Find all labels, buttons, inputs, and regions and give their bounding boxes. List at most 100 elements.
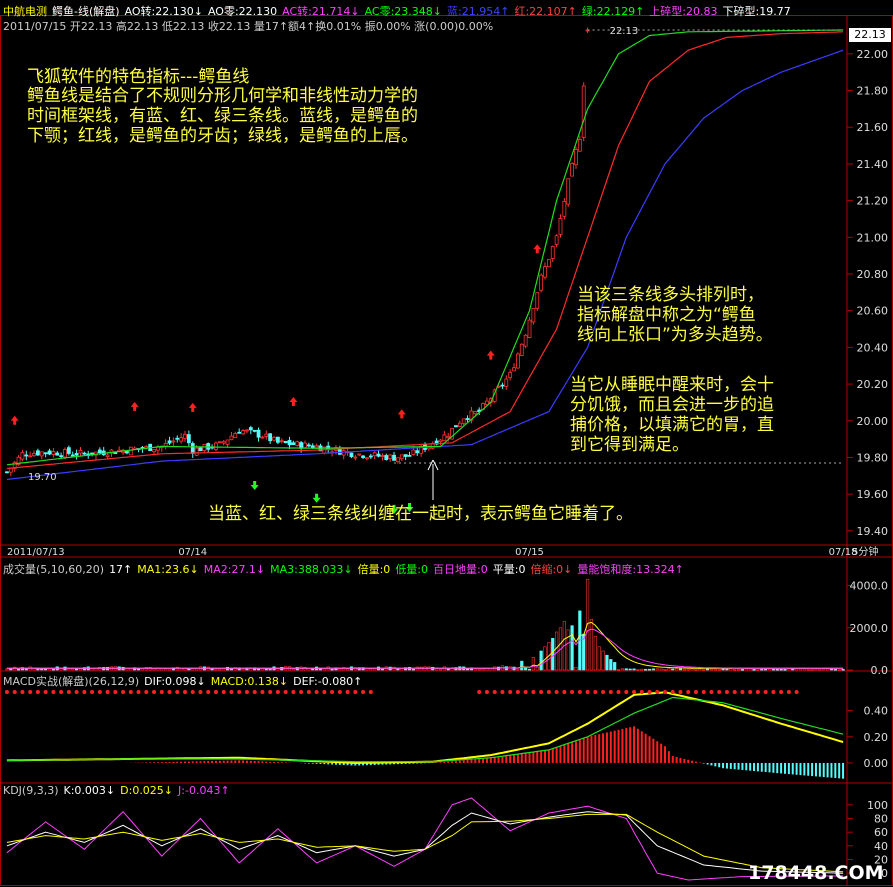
candle-body-114 [446, 435, 451, 438]
candle-body-142 [554, 235, 559, 245]
candle-body-54 [214, 442, 218, 450]
price-tick-label-12: 21.80 [857, 85, 889, 98]
candle-body-89 [349, 452, 354, 458]
volume-bar-145 [566, 629, 570, 671]
macd-signal-dot-126 [492, 690, 497, 694]
volume-bar-123 [481, 668, 485, 671]
candle-body-64 [252, 429, 257, 432]
candle-body-41 [163, 443, 168, 447]
volume-bar-165 [644, 668, 648, 671]
macd-signal-dot-194 [755, 690, 760, 694]
candle-body-91 [357, 453, 362, 456]
macd-signal-dot-122 [477, 690, 482, 694]
volume-bar-171 [667, 668, 671, 671]
volume-bar-17 [71, 668, 75, 671]
macd-signal-dot-138 [539, 690, 544, 694]
macd-signal-dot-24 [97, 690, 102, 694]
volume-bar-155 [605, 654, 609, 671]
candle-body-60 [237, 431, 242, 434]
wake-line-0: 当它从睡眠中醒来时，会十 [570, 375, 774, 395]
indicator-values: AO转:22.130↓ AO零:22.130 AC转:21.714↓ AC零:23.3… [125, 5, 796, 18]
macd-signal-dot-50 [198, 690, 203, 694]
volume-bar-168 [655, 668, 659, 671]
wake-note: 当它从睡眠中醒来时，会十 分饥饿，而且会进一步的追 捕价格，以填满它的胃，直 到它得到… [570, 375, 774, 455]
volume-bar-12 [51, 668, 55, 671]
candle-body-135 [527, 319, 532, 338]
fractal-up-arrow-2 [188, 402, 197, 412]
kdj-tick-label-2: 40 [874, 840, 888, 853]
volume-bar-88 [345, 668, 350, 671]
price-tick-label-8: 21.00 [857, 231, 889, 244]
fractal-up-arrow-3 [289, 397, 298, 407]
candle-body-136 [531, 307, 536, 323]
candle-body-50 [198, 447, 203, 452]
candle-body-43 [171, 440, 176, 443]
volume-bar-135 [527, 668, 532, 671]
volume-bar-176 [686, 668, 690, 671]
volume-bar-175 [682, 668, 686, 671]
candle-body-100 [392, 454, 396, 461]
volume-bar-198 [771, 668, 775, 671]
candle-body-12 [51, 451, 56, 455]
candle-body-94 [368, 455, 373, 458]
volume-bar-157 [613, 662, 617, 671]
volume-bar-3 [16, 668, 21, 671]
volume-bar-209 [814, 668, 818, 671]
fractal-up-arrow-5 [486, 350, 495, 360]
intro-title: 飞狐软件的特色指标---鳄鱼线 [27, 67, 250, 87]
kdj-header-3: J:-0.043↑ [178, 784, 230, 797]
candle-body-128 [500, 384, 505, 387]
candle-body-139 [543, 266, 547, 278]
macd-signal-dot-76 [299, 690, 304, 694]
volume-bar-122 [477, 668, 481, 671]
macd-signal-dot-172 [670, 690, 675, 694]
macd-header-1: DIF:0.098↓ [144, 675, 206, 688]
candle-body-73 [287, 439, 292, 446]
price-tick-label-6: 20.60 [857, 305, 889, 318]
fractal-down-arrow-1 [312, 493, 321, 503]
volume-bar-159 [620, 668, 625, 671]
current-price-tag: 22.13 [849, 28, 891, 42]
macd-signal-dot-204 [794, 690, 799, 694]
vol-tick-label-0: 0.0 [871, 664, 889, 677]
volume-bar-132 [516, 668, 520, 671]
macd-signal-dot-150 [585, 690, 590, 694]
volume-bar-84 [330, 668, 334, 671]
macd-signal-dot-200 [779, 690, 784, 694]
period-label: 5分钟 [852, 545, 878, 558]
macd-signal-dot-4 [20, 690, 25, 694]
candle-body-131 [512, 367, 516, 372]
macd-signal-dot-22 [90, 690, 95, 694]
volume-bar-133 [520, 660, 524, 671]
candle-body-69 [272, 437, 276, 441]
candle-body-55 [217, 441, 222, 444]
candle-body-7 [32, 453, 36, 457]
candle-body-97 [380, 455, 385, 458]
macd-tick-label-2: 0.40 [864, 705, 889, 718]
macd-signal-dot-148 [577, 690, 582, 694]
macd-signal-dot-26 [105, 690, 110, 694]
volume-bar-195 [760, 668, 764, 671]
candle-body-140 [546, 258, 551, 268]
macd-signal-dot-128 [500, 690, 505, 694]
macd-signal-dot-52 [206, 690, 211, 694]
macd-signal-dot-140 [546, 690, 551, 694]
macd-signal-dot-142 [554, 690, 559, 694]
volume-bar-169 [659, 668, 663, 671]
macd-signal-dot-170 [663, 690, 667, 694]
volume-header-8: 平量:0 [492, 563, 526, 576]
macd-signal-dot-178 [693, 690, 698, 694]
macd-signal-dot-8 [35, 690, 40, 694]
intro-text: 鳄鱼线是结合了不规则分形几何学和非线性动力学的 时间框架线，有蓝、红、绿三条线。蓝… [27, 86, 418, 146]
kdj-header-0: KDJ(9,3,3) [3, 784, 59, 797]
volume-bar-34 [136, 668, 141, 671]
intro-line-0: 鳄鱼线是结合了不规则分形几何学和非线性动力学的 [27, 86, 418, 106]
macd-signal-dot-94 [368, 690, 373, 694]
candle-body-28 [113, 452, 118, 454]
candle-body-96 [376, 453, 381, 457]
candle-body-80 [314, 445, 319, 448]
volume-header-9: 倍缩:0↓ [530, 563, 573, 576]
volume-bar-183 [713, 668, 717, 671]
candle-body-13 [55, 452, 60, 456]
candle-body-104 [407, 454, 412, 457]
